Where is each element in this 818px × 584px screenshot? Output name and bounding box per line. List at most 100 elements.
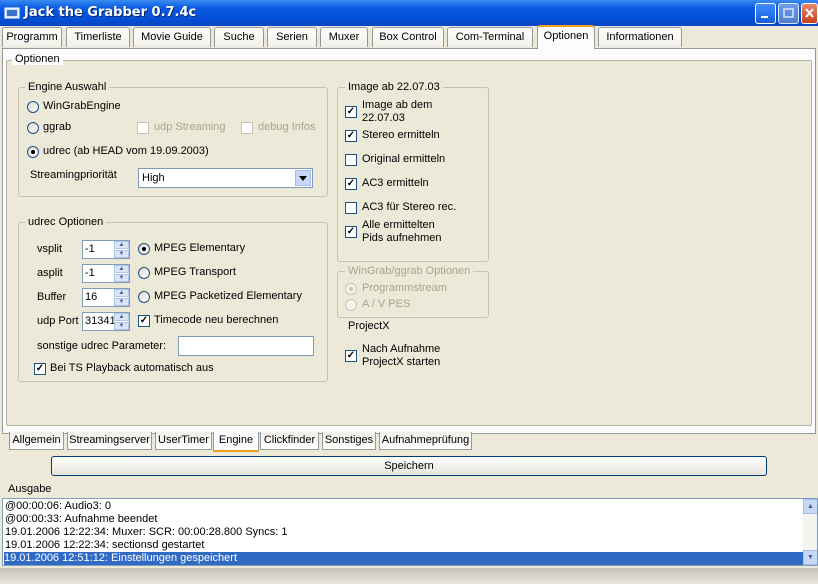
minimize-button[interactable] [755, 3, 776, 24]
output-log[interactable]: @00:00:06: Audio3: 0 @00:00:33: Aufnahme… [2, 498, 818, 566]
original-label: Original ermitteln [362, 153, 446, 165]
asplit-up-icon[interactable]: ▲ [114, 265, 129, 273]
subtab-streamingserver[interactable]: Streamingserver [67, 432, 152, 450]
buffer-down-icon[interactable]: ▼ [114, 298, 129, 306]
output-label: Ausgabe [8, 483, 52, 495]
streaming-priority-label: Streamingpriorität [30, 169, 117, 181]
minimize-icon [761, 16, 768, 18]
tab-com-terminal[interactable]: Com-Terminal [447, 27, 533, 47]
alle-pids-checkbox[interactable]: ✓ [345, 226, 357, 238]
udp-port-stepper[interactable]: 31341 ▲ ▼ [82, 312, 130, 331]
maximize-icon [783, 8, 794, 18]
mpeg-pes-radio[interactable] [138, 291, 150, 303]
wingrab-label: WinGrabEngine [43, 100, 121, 112]
vsplit-value: -1 [85, 243, 95, 255]
image-ab-label-1: Image ab dem [362, 99, 433, 111]
udrec-label: udrec (ab HEAD vom 19.09.2003) [43, 145, 209, 157]
streaming-priority-value: High [142, 172, 165, 184]
close-button[interactable] [801, 3, 818, 24]
av-pes-label: A / V PES [362, 298, 411, 310]
tab-optionen[interactable]: Optionen [537, 25, 595, 49]
list-item[interactable]: 19.01.2006 12:22:34: sectionsd gestartet [5, 539, 204, 552]
tab-movie-guide[interactable]: Movie Guide [133, 27, 211, 47]
vsplit-down-icon[interactable]: ▼ [114, 250, 129, 258]
output-scrollbar[interactable]: ▲ ▼ [803, 499, 817, 565]
udp-port-label: udp Port [37, 315, 79, 327]
asplit-stepper[interactable]: -1 ▲ ▼ [82, 264, 130, 283]
maximize-button[interactable] [778, 3, 799, 24]
engine-group-title: Engine Auswahl [25, 81, 110, 93]
tab-informationen[interactable]: Informationen [598, 27, 682, 47]
wingrab-group [337, 271, 489, 318]
subtab-clickfinder[interactable]: Clickfinder [260, 432, 319, 450]
list-item[interactable]: 19.01.2006 12:22:34: Muxer: SCR: 00:00:2… [5, 526, 288, 539]
dropdown-arrow-icon[interactable] [295, 170, 311, 186]
mpeg-pes-label: MPEG Packetized Elementary [154, 290, 302, 302]
udp-port-down-icon[interactable]: ▼ [114, 322, 129, 330]
subtab-usertimer[interactable]: UserTimer [155, 432, 212, 450]
mpeg-transport-label: MPEG Transport [154, 266, 236, 278]
streaming-priority-select[interactable]: High [138, 168, 313, 188]
asplit-down-icon[interactable]: ▼ [114, 274, 129, 282]
window-title: Jack the Grabber 0.7.4c [24, 5, 197, 20]
udp-streaming-checkbox[interactable] [137, 122, 149, 134]
ac3-stereo-checkbox[interactable] [345, 202, 357, 214]
udrec-group-title: udrec Optionen [25, 216, 107, 228]
image-ab-checkbox[interactable]: ✓ [345, 106, 357, 118]
scroll-down-icon[interactable]: ▼ [803, 550, 817, 565]
udrec-radio[interactable] [27, 146, 39, 158]
ts-playback-label: Bei TS Playback automatisch aus [50, 362, 214, 374]
ac3-label: AC3 ermitteln [362, 177, 429, 189]
programmstream-label: Programmstream [362, 282, 447, 294]
ggrab-radio[interactable] [27, 122, 39, 134]
vsplit-label: vsplit [37, 243, 63, 255]
tab-box-control[interactable]: Box Control [372, 27, 444, 47]
debug-infos-label: debug Infos [258, 121, 316, 133]
scroll-up-icon[interactable]: ▲ [803, 499, 817, 514]
original-checkbox[interactable] [345, 154, 357, 166]
close-icon [805, 8, 814, 18]
options-title: Optionen [12, 53, 63, 65]
sonstige-label: sonstige udrec Parameter: [37, 340, 167, 352]
av-pes-radio[interactable] [345, 299, 357, 311]
vsplit-up-icon[interactable]: ▲ [114, 241, 129, 249]
app-icon [4, 7, 20, 19]
wingrab-group-title: WinGrab/ggrab Optionen [345, 265, 474, 277]
tab-suche[interactable]: Suche [214, 27, 264, 47]
timecode-label: Timecode neu berechnen [154, 314, 279, 326]
debug-infos-checkbox[interactable] [241, 122, 253, 134]
timecode-checkbox[interactable]: ✓ [138, 315, 150, 327]
tab-timerliste[interactable]: Timerliste [66, 27, 130, 47]
buffer-stepper[interactable]: 16 ▲ ▼ [82, 288, 130, 307]
subtab-sonstiges[interactable]: Sonstiges [322, 432, 376, 450]
tab-muxer[interactable]: Muxer [320, 27, 368, 47]
asplit-value: -1 [85, 267, 95, 279]
udp-port-up-icon[interactable]: ▲ [114, 313, 129, 321]
buffer-up-icon[interactable]: ▲ [114, 289, 129, 297]
stereo-checkbox[interactable]: ✓ [345, 130, 357, 142]
ac3-checkbox[interactable]: ✓ [345, 178, 357, 190]
wingrab-radio[interactable] [27, 101, 39, 113]
save-button[interactable]: Speichern [51, 456, 767, 476]
mpeg-elementary-radio[interactable] [138, 243, 150, 255]
subtab-engine[interactable]: Engine [213, 432, 259, 452]
list-item[interactable]: @00:00:06: Audio3: 0 [5, 500, 111, 513]
stereo-label: Stereo ermitteln [362, 129, 440, 141]
sonstige-input[interactable] [178, 336, 314, 356]
subtab-aufnahmepruefung[interactable]: Aufnahmeprüfung [379, 432, 472, 450]
projectx-checkbox[interactable]: ✓ [345, 350, 357, 362]
tab-serien[interactable]: Serien [267, 27, 317, 47]
vsplit-stepper[interactable]: -1 ▲ ▼ [82, 240, 130, 259]
buffer-value: 16 [85, 291, 98, 303]
ts-playback-checkbox[interactable]: ✓ [34, 363, 46, 375]
mpeg-transport-radio[interactable] [138, 267, 150, 279]
list-item[interactable]: @00:00:33: Aufnahme beendet [5, 513, 157, 526]
list-item-selected[interactable]: 19.01.2006 12:51:12: Einstellungen gespe… [4, 552, 803, 565]
programmstream-radio[interactable] [345, 283, 357, 295]
subtab-allgemein[interactable]: Allgemein [9, 432, 64, 450]
tab-programm[interactable]: Programm [2, 27, 62, 47]
alle-pids-label-1: Alle ermittelten [362, 219, 435, 231]
mpeg-elementary-label: MPEG Elementary [154, 242, 246, 254]
projectx-label-2: ProjectX starten [362, 356, 441, 368]
alle-pids-label-2: Pids aufnehmen [362, 232, 442, 244]
